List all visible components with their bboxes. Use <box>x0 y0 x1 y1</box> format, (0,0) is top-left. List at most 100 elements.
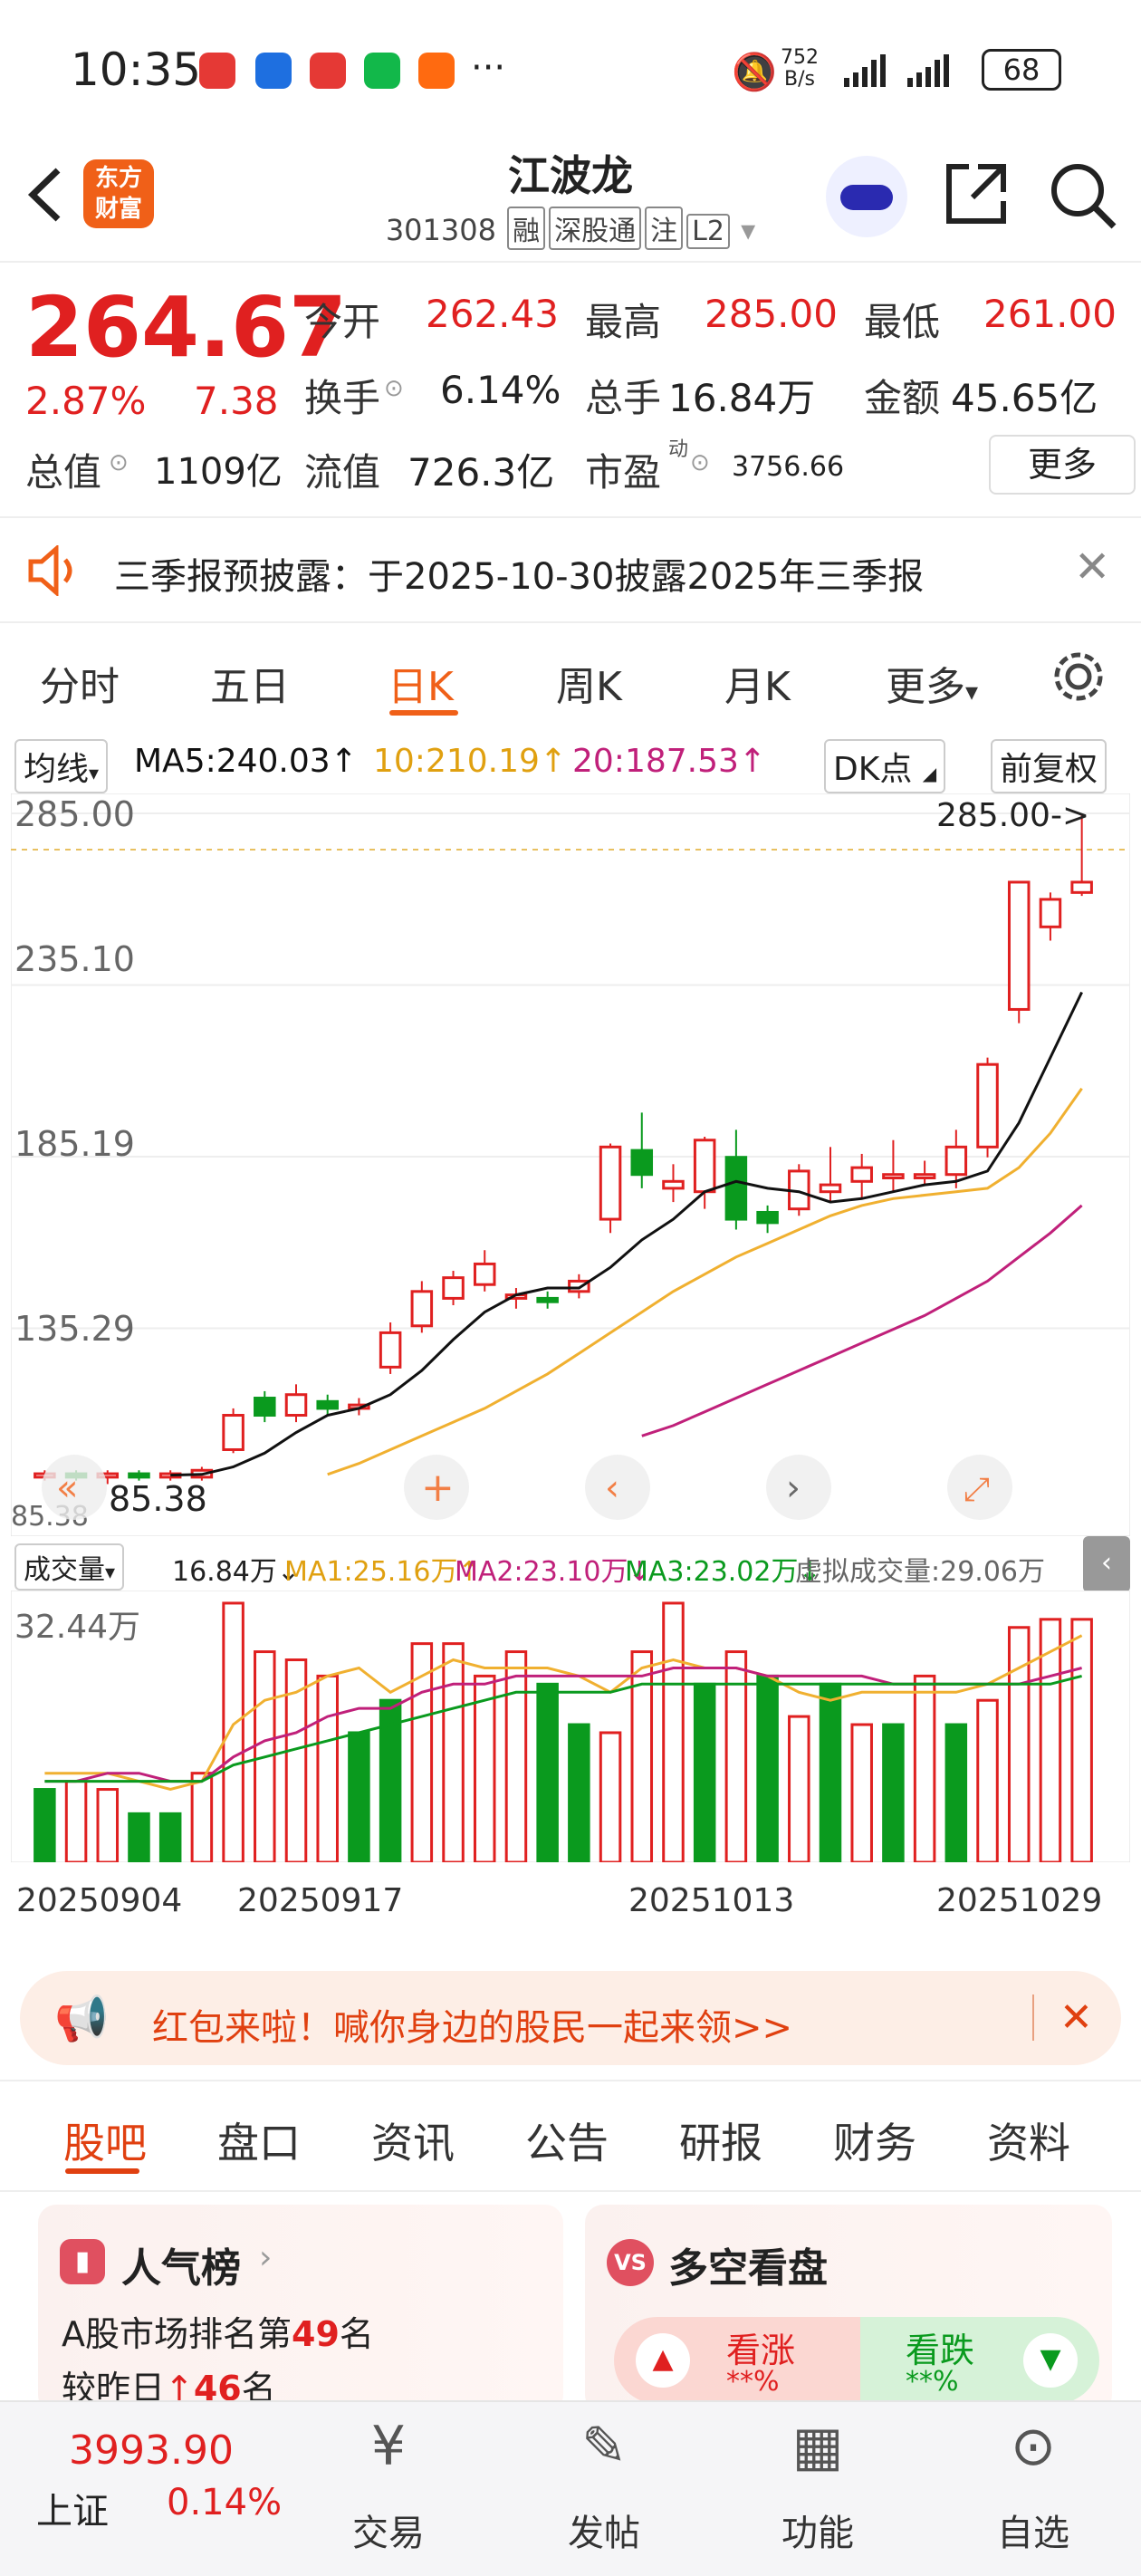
candle <box>913 1173 936 1180</box>
tab-indicator <box>65 2168 139 2174</box>
low-marker: 85.38 <box>109 1479 207 1519</box>
chevron-down-icon[interactable]: ▾ <box>741 213 755 247</box>
volume-chart[interactable]: 32.44万 <box>11 1591 1130 1862</box>
settings-icon[interactable] <box>1050 649 1107 705</box>
trade-icon[interactable]: ¥ <box>330 2415 447 2478</box>
svg-text:«: « <box>56 1467 78 1509</box>
long-short-card[interactable]: VS 多空看盘 ▲ 看涨 **% 看跌 **% ▼ <box>585 2205 1112 2413</box>
candle <box>976 1062 999 1149</box>
index-name[interactable]: 上证 <box>36 2482 109 2534</box>
volume-bar <box>599 1731 622 1862</box>
info-icon[interactable]: ⊙ <box>690 449 710 476</box>
kline-chart[interactable]: 285.00 235.10 185.19 135.29 285.00-> 85.… <box>11 793 1130 1536</box>
volume-bar <box>788 1715 810 1862</box>
more-button[interactable]: 更多 <box>989 435 1136 495</box>
tab-finance[interactable]: 财务 <box>833 2110 916 2170</box>
grid-icon[interactable]: ▦ <box>759 2415 877 2478</box>
open-label: 今开 <box>304 300 381 344</box>
volume-bar <box>944 1723 968 1862</box>
tab-intraday[interactable]: 分时 <box>40 654 120 712</box>
tab-news[interactable]: 资讯 <box>371 2110 455 2170</box>
pe-value: 3756.66 <box>732 451 845 483</box>
volume-bar <box>756 1674 779 1862</box>
adjust-button[interactable]: 前复权 <box>991 739 1107 793</box>
candle <box>850 1166 873 1183</box>
index-pct[interactable]: 0.14% <box>167 2482 282 2523</box>
y-tick-label: 185.19 <box>14 1124 135 1164</box>
nav-post[interactable]: 发帖 <box>545 2504 663 2556</box>
candle <box>944 1145 968 1177</box>
index-value[interactable]: 3993.90 <box>69 2427 234 2474</box>
candle <box>1070 880 1093 894</box>
volume-bar <box>662 1601 685 1862</box>
longshort-title: 多空看盘 <box>668 2245 828 2292</box>
tab-indicator <box>389 710 458 716</box>
amount-label: 金额 <box>864 376 941 420</box>
ma-selector[interactable]: 均线▾ <box>14 739 109 793</box>
tab-guba[interactable]: 股吧 <box>63 2110 147 2170</box>
volume-bar <box>158 1812 182 1862</box>
close-icon[interactable]: ✕ <box>1074 542 1110 592</box>
app-icon <box>255 53 292 89</box>
nav-functions[interactable]: 功能 <box>759 2504 877 2556</box>
close-icon[interactable]: ✕ <box>1032 1994 1093 2041</box>
robot-assistant-icon[interactable] <box>826 156 907 237</box>
volume-bar <box>34 1788 56 1862</box>
info-icon[interactable]: ⊙ <box>384 375 404 402</box>
tab-more[interactable]: 更多▾ <box>886 654 978 712</box>
popularity-card[interactable]: ▮ 人气榜 › A股市场排名第49名 较昨日↑46名 <box>38 2205 563 2413</box>
volume-value: 16.84万↓ <box>172 1556 301 1588</box>
taobao-icon <box>418 53 455 89</box>
tab-profile[interactable]: 资料 <box>987 2110 1070 2170</box>
turnover-label: 换手 <box>304 376 381 420</box>
turnover-value: 6.14% <box>440 368 561 412</box>
chevron-down-icon: ▾ <box>965 677 979 706</box>
volume-value: 16.84万 <box>668 376 816 420</box>
bearish-button[interactable]: 看跌 **% ▼ <box>860 2317 1099 2404</box>
status-time: 10:35 <box>71 43 202 96</box>
tab-monthly-k[interactable]: 月K <box>724 654 791 712</box>
volume-bar <box>913 1674 936 1862</box>
high-value: 285.00 <box>705 292 838 336</box>
ma-legend: 均线▾ MA5:240.03↑ 10:210.19↑ 20:187.53↑ DK… <box>0 730 1141 795</box>
date-label: 20250904 <box>16 1882 183 1919</box>
pe-sup: 动 <box>668 438 689 461</box>
nav-trade[interactable]: 交易 <box>330 2504 447 2556</box>
tab-5day[interactable]: 五日 <box>210 654 290 712</box>
tab-research[interactable]: 研报 <box>679 2110 762 2170</box>
tab-weekly-k[interactable]: 周K <box>556 654 622 712</box>
tab-handicap[interactable]: 盘口 <box>217 2110 301 2170</box>
candle <box>284 1393 308 1418</box>
low-value: 261.00 <box>983 292 1117 336</box>
megaphone-icon: 📢 <box>54 1994 109 2044</box>
post-icon[interactable]: ✎ <box>545 2415 663 2478</box>
red-envelope-banner[interactable]: 📢 红包来啦！喊你身边的股民一起来领>> ✕ <box>20 1971 1121 2065</box>
volume-bar <box>882 1723 905 1862</box>
volume-bar <box>316 1674 339 1862</box>
wechat-icon <box>364 53 400 89</box>
y-tick-label: 135.29 <box>14 1309 135 1349</box>
tab-announcements[interactable]: 公告 <box>525 2110 609 2170</box>
nav-watchlist[interactable]: 自选 <box>974 2504 1092 2556</box>
collapse-icon[interactable]: ‹ <box>1083 1536 1130 1592</box>
more-circle-icon[interactable]: ⊙ <box>974 2415 1092 2478</box>
share-icon[interactable] <box>942 159 1011 228</box>
huawei-app-icon <box>199 53 235 89</box>
dk-point-button[interactable]: DK点 ◢ <box>824 739 946 793</box>
volume-bar <box>442 1642 465 1862</box>
candle <box>1007 880 1031 1011</box>
y-tick-label: 285.00 <box>14 794 135 834</box>
search-icon[interactable] <box>1047 159 1119 232</box>
svg-text:›: › <box>786 1467 801 1509</box>
x-axis-dates: 20250904 20250917 20251013 20251029 <box>0 1882 1141 1927</box>
notice-bar[interactable]: 三季报预披露：于2025-10-30披露2025年三季报 ✕ <box>0 516 1141 623</box>
mcap-label: 总值 <box>25 450 102 495</box>
volume-bar <box>1070 1618 1093 1862</box>
bullish-button[interactable]: ▲ 看涨 **% <box>614 2317 860 2404</box>
tab-daily-k[interactable]: 日K <box>388 654 454 712</box>
info-icon[interactable]: ⊙ <box>109 449 129 476</box>
more-notifications-icon: ··· <box>471 47 506 89</box>
volume-selector[interactable]: 成交量▾ <box>14 1543 125 1591</box>
virtual-volume: 虚拟成交量:29.06万 <box>795 1556 1045 1588</box>
volume-bar <box>1007 1626 1031 1862</box>
